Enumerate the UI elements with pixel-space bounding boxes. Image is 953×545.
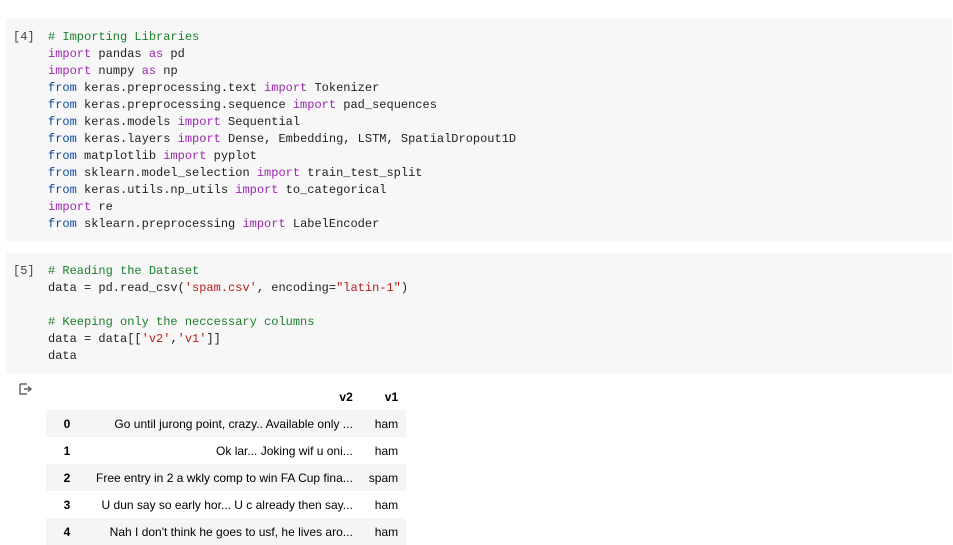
code-line: import numpy as np [48, 64, 178, 78]
code-editor[interactable]: # Reading the Dataset data = pd.read_csv(… [48, 263, 408, 365]
cell-v2: Ok lar... Joking wif u oni... [216, 443, 353, 458]
code-line: # Importing Libraries [48, 30, 200, 44]
code-line: from sklearn.preprocessing import LabelE… [48, 217, 380, 231]
code-line: data = pd.read_csv('spam.csv', encoding=… [48, 281, 409, 295]
row-index: 4 [63, 524, 71, 539]
row-index: 0 [63, 416, 71, 431]
cell-v2: U dun say so early hor... U c already th… [101, 497, 353, 512]
table-row: 2 Free entry in 2 a wkly comp to win FA … [46, 464, 407, 491]
output-redirect-icon[interactable] [18, 382, 32, 396]
cell-v1: ham [374, 416, 399, 431]
code-line: import re [48, 200, 113, 214]
table-row: 3 U dun say so early hor... U c already … [46, 491, 407, 518]
code-line: from keras.preprocessing.sequence import… [48, 98, 437, 112]
code-line: import pandas as pd [48, 47, 185, 61]
row-index: 1 [63, 443, 71, 458]
code-line: data [48, 349, 77, 363]
column-header-v2: v2 [88, 383, 361, 410]
column-header-v1: v1 [360, 383, 407, 410]
table-row: 4 Nah I don't think he goes to usf, he l… [46, 518, 407, 545]
code-line: # Reading the Dataset [48, 264, 200, 278]
execution-count: [5] [13, 264, 35, 278]
cell-v1: ham [374, 443, 399, 458]
table-row: 1 Ok lar... Joking wif u oni... ham [46, 437, 407, 464]
code-line: from keras.layers import Dense, Embeddin… [48, 132, 517, 146]
cell-v1: ham [374, 524, 399, 539]
code-line: # Keeping only the neccessary columns [48, 315, 315, 329]
code-line: from keras.models import Sequential [48, 115, 301, 129]
execution-count: [4] [13, 30, 35, 44]
dataframe-output: v2 v1 0 Go until jurong point, crazy.. A… [46, 383, 407, 545]
table-header-row: v2 v1 [46, 383, 407, 410]
row-index: 2 [63, 470, 71, 485]
cell-v1: ham [374, 497, 399, 512]
cell-v2: Go until jurong point, crazy.. Available… [114, 416, 353, 431]
code-editor[interactable]: # Importing Libraries import pandas as pd… [48, 29, 516, 233]
code-line: from keras.utils.np_utils import to_cate… [48, 183, 387, 197]
index-header [46, 383, 88, 410]
code-line: from sklearn.model_selection import trai… [48, 166, 423, 180]
cell-v2: Nah I don't think he goes to usf, he liv… [109, 524, 353, 539]
code-line: data = data[['v2','v1']] [48, 332, 221, 346]
code-cell-read-data[interactable]: [5] # Reading the Dataset data = pd.read_… [6, 253, 952, 373]
code-line: from matplotlib import pyplot [48, 149, 257, 163]
code-cell-imports[interactable]: [4] # Importing Libraries import pandas a… [6, 19, 952, 241]
code-line: from keras.preprocessing.text import Tok… [48, 81, 380, 95]
cell-v2: Free entry in 2 a wkly comp to win FA Cu… [96, 470, 353, 485]
row-index: 3 [63, 497, 71, 512]
cell-v1: spam [368, 470, 399, 485]
table-row: 0 Go until jurong point, crazy.. Availab… [46, 410, 407, 437]
